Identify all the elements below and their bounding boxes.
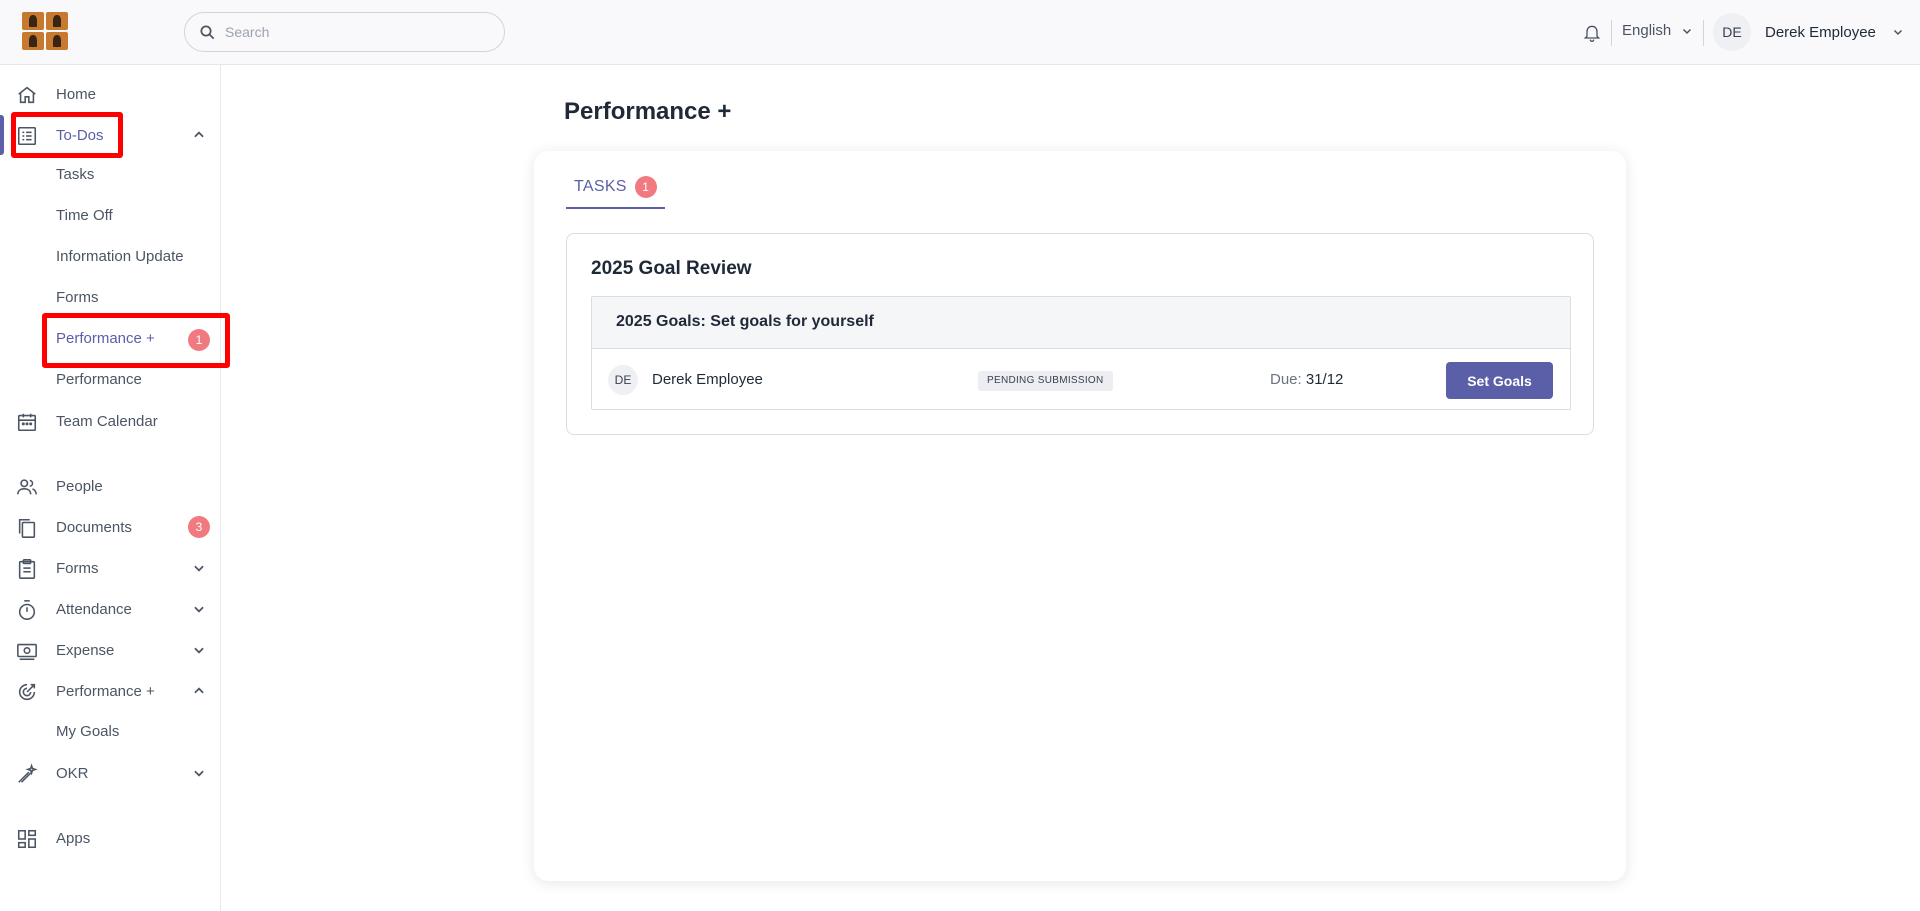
tab-tasks[interactable]: TASKS 1 xyxy=(566,173,665,209)
search-input[interactable] xyxy=(225,24,485,40)
performance-icon xyxy=(16,681,38,703)
count-badge: 1 xyxy=(634,176,657,198)
sidebar-item-todos[interactable]: To-Dos xyxy=(0,115,221,155)
sidebar-item-label: Home xyxy=(56,85,97,103)
user-menu[interactable]: DE Derek Employee xyxy=(1713,13,1904,51)
sidebar-item-label: OKR xyxy=(56,764,89,782)
list-icon xyxy=(16,125,38,147)
notification-bell-icon[interactable] xyxy=(1582,22,1602,44)
sidebar-item-documents[interactable]: Documents 3 xyxy=(0,507,221,547)
goal-task-group: 2025 Goals: Set goals for yourself DE De… xyxy=(591,296,1571,410)
tasks-card: TASKS 1 2025 Goal Review 2025 Goals: Set… xyxy=(534,151,1626,881)
due-label: Due: xyxy=(1270,371,1302,388)
home-icon xyxy=(16,84,38,106)
sidebar-subitem-tasks[interactable]: Tasks xyxy=(56,163,94,187)
language-label: English xyxy=(1622,22,1672,39)
sidebar-subitem-information-update[interactable]: Information Update xyxy=(56,245,184,269)
money-icon xyxy=(16,640,38,662)
sidebar-item-expense[interactable]: Expense xyxy=(0,630,221,670)
chevron-up-icon[interactable] xyxy=(192,684,206,698)
documents-icon xyxy=(16,517,38,539)
sidebar-item-label: Performance + xyxy=(56,682,155,700)
goal-task-title: 2025 Goals: Set goals for yourself xyxy=(616,313,874,330)
due-value: 31/12 xyxy=(1305,371,1344,388)
chevron-down-icon[interactable] xyxy=(192,602,206,616)
count-badge: 3 xyxy=(188,516,210,538)
calendar-icon xyxy=(16,411,38,433)
table-row: DE Derek Employee PENDING SUBMISSION Due… xyxy=(592,350,1570,410)
sidebar-item-label: To-Dos xyxy=(56,126,104,144)
sidebar-subitem-forms[interactable]: Forms xyxy=(56,286,99,310)
count-badge: 1 xyxy=(188,329,210,351)
sidebar-item-label: Expense xyxy=(56,641,115,659)
sidebar: Home To-Dos Tasks Time Off Information U… xyxy=(0,65,230,911)
set-goals-button[interactable]: Set Goals xyxy=(1446,362,1553,399)
sidebar-item-okr[interactable]: OKR xyxy=(0,753,221,793)
search-box[interactable] xyxy=(184,12,505,52)
chevron-down-icon[interactable] xyxy=(192,643,206,657)
tab-label: TASKS xyxy=(574,178,627,195)
sidebar-item-label: Team Calendar xyxy=(56,412,158,430)
chevron-down-icon xyxy=(1681,25,1693,37)
review-title: 2025 Goal Review xyxy=(591,258,752,279)
chevron-down-icon[interactable] xyxy=(192,561,206,575)
sidebar-item-label: People xyxy=(56,477,103,495)
sidebar-item-label: Apps xyxy=(56,829,91,847)
sidebar-item-people[interactable]: People xyxy=(0,466,221,506)
chevron-down-icon[interactable] xyxy=(192,766,206,780)
sidebar-item-attendance[interactable]: Attendance xyxy=(0,589,221,629)
divider xyxy=(1611,20,1612,46)
sidebar-item-label: Attendance xyxy=(56,600,132,618)
sidebar-item-apps[interactable]: Apps xyxy=(0,818,221,858)
sidebar-item-forms[interactable]: Forms xyxy=(0,548,221,588)
language-selector[interactable]: English xyxy=(1622,22,1693,39)
avatar: DE xyxy=(1713,13,1751,51)
chevron-down-icon xyxy=(1892,26,1904,38)
page-title: Performance + xyxy=(564,98,732,125)
divider xyxy=(1703,20,1704,46)
goal-task-header: 2025 Goals: Set goals for yourself xyxy=(592,297,1570,349)
sidebar-item-label: Documents xyxy=(56,518,132,536)
sidebar-subitem-time-off[interactable]: Time Off xyxy=(56,204,113,228)
employee-name: Derek Employee xyxy=(652,371,763,388)
top-bar: English DE Derek Employee xyxy=(0,0,1920,65)
people-icon xyxy=(16,476,38,498)
sidebar-subitem-performance[interactable]: Performance xyxy=(56,368,142,392)
stopwatch-icon xyxy=(16,599,38,621)
chevron-up-icon[interactable] xyxy=(192,128,206,142)
goal-review-section: 2025 Goal Review 2025 Goals: Set goals f… xyxy=(566,233,1594,435)
avatar: DE xyxy=(608,365,638,395)
sidebar-subitem-performance-plus[interactable]: Performance + xyxy=(56,327,155,351)
sidebar-item-performance-plus[interactable]: Performance + xyxy=(0,671,221,711)
status-badge: PENDING SUBMISSION xyxy=(978,371,1113,391)
okr-icon xyxy=(16,763,38,785)
clipboard-icon xyxy=(16,558,38,580)
apps-grid-icon xyxy=(16,828,38,850)
due-date: Due: 31/12 xyxy=(1270,371,1343,388)
sidebar-item-label: Forms xyxy=(56,559,99,577)
sidebar-item-home[interactable]: Home xyxy=(0,74,221,114)
sidebar-item-team-calendar[interactable]: Team Calendar xyxy=(0,401,221,441)
search-icon xyxy=(199,24,215,40)
user-name: Derek Employee xyxy=(1765,23,1876,41)
company-logo[interactable] xyxy=(22,12,68,50)
sidebar-subitem-my-goals[interactable]: My Goals xyxy=(56,720,119,744)
